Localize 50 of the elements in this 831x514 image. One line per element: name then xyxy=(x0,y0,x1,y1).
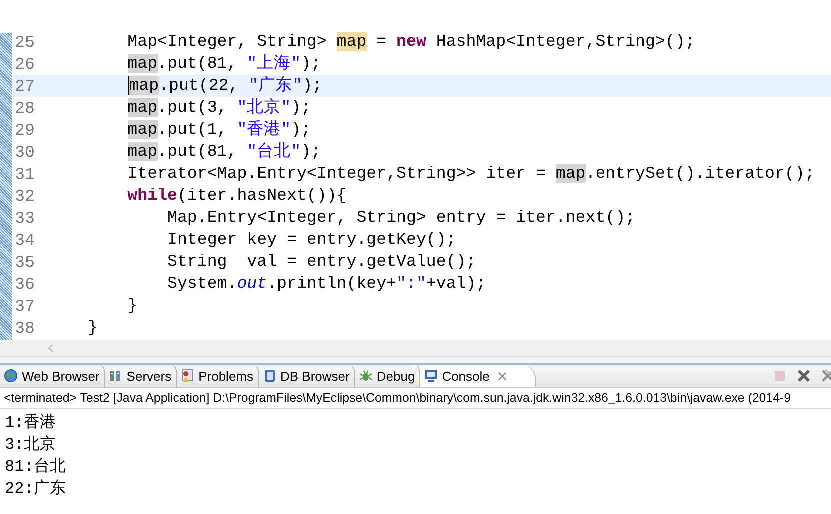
code-line: map.put(22, "广东"); xyxy=(128,76,323,95)
line-number: 26 xyxy=(14,54,36,74)
panel-tab[interactable]: DB Browser xyxy=(258,365,355,387)
console-output-line: 22:广东 xyxy=(5,478,66,498)
line-number: 37 xyxy=(14,296,36,316)
console-header: <terminated> Test2 [Java Application] D:\ProgramFiles\MyEclipse\Common\binary\com.sun.java.jdk.win32.x86_1.6.0.013\bin\javaw.exe (2014-9 xyxy=(4,391,791,405)
panel-tab[interactable]: Web Browser xyxy=(0,365,105,387)
line-number: 29 xyxy=(14,120,36,140)
globe-icon xyxy=(4,369,18,383)
code-line: Iterator<Map.Entry<Integer,String>> iter = map.entrySet().iterator(); xyxy=(128,164,815,183)
panel-tab[interactable]: Console xyxy=(420,365,536,387)
line-number: 31 xyxy=(14,164,36,184)
code-line: Map.Entry<Integer, String> entry = iter.next(); xyxy=(168,208,636,227)
code-line: while(iter.hasNext()){ xyxy=(128,186,347,205)
panel-tab[interactable]: Problems xyxy=(176,365,259,387)
code-line: map.put(1, "香港"); xyxy=(128,120,312,139)
bug-icon xyxy=(358,369,373,383)
line-number: 28 xyxy=(14,98,36,118)
panel-tab[interactable]: Servers xyxy=(104,365,177,387)
line-number: 27 xyxy=(14,76,36,96)
horizontal-scrollbar[interactable] xyxy=(0,340,831,357)
code-line: String val = entry.getValue(); xyxy=(168,252,476,271)
code-line: Integer key = entry.getKey(); xyxy=(168,230,456,249)
console-output-line: 81:台北 xyxy=(5,456,66,476)
scroll-left-icon[interactable] xyxy=(48,344,54,352)
line-number: 38 xyxy=(14,318,36,338)
line-number: 33 xyxy=(14,208,36,228)
line-number: 32 xyxy=(14,186,36,206)
close-icon[interactable] xyxy=(498,372,507,380)
line-number: 34 xyxy=(14,230,36,250)
line-number: 30 xyxy=(14,142,36,162)
code-line: } xyxy=(128,296,138,315)
remove-all-icon[interactable] xyxy=(821,369,831,383)
code-line: map.put(3, "北京"); xyxy=(128,98,312,117)
console-icon xyxy=(424,369,438,383)
line-number: 25 xyxy=(14,32,36,52)
remove-icon[interactable] xyxy=(797,369,811,383)
code-line: System.out.println(key+":"+val); xyxy=(168,274,486,293)
line-number: 35 xyxy=(14,252,36,272)
text-cursor xyxy=(128,76,130,96)
code-line: map.put(81, "上海"); xyxy=(128,54,322,73)
console-output-line: 1:香港 xyxy=(5,412,56,432)
code-line: map.put(81, "台北"); xyxy=(128,142,322,161)
servers-icon xyxy=(108,369,123,383)
problems-icon xyxy=(180,369,195,383)
code-line: } xyxy=(88,318,98,337)
console-output-line: 3:北京 xyxy=(5,434,56,454)
code-line: Map<Integer, String> map = new HashMap<Integer,String>(); xyxy=(128,32,696,51)
line-number: 36 xyxy=(14,274,36,294)
database-icon xyxy=(262,369,277,383)
